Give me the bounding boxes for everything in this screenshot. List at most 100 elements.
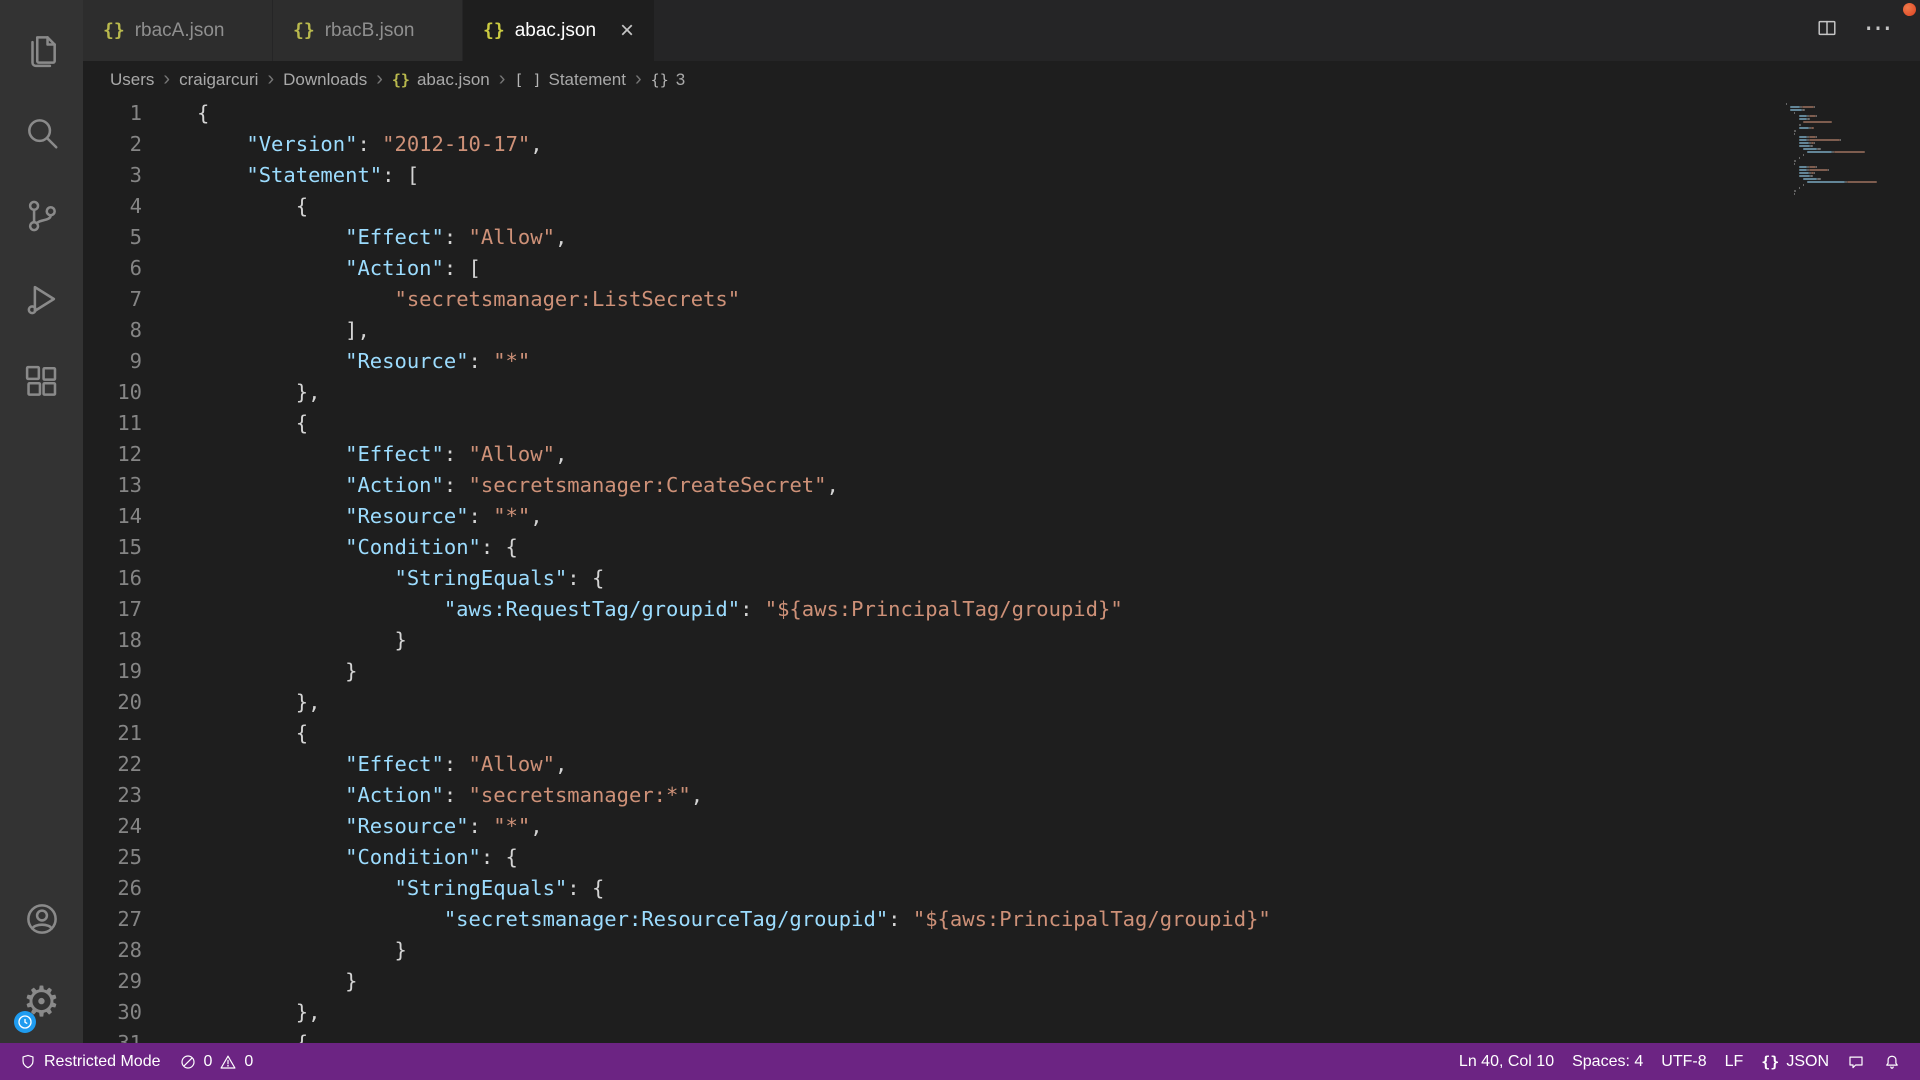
file-symbol-icon: {} — [392, 71, 410, 89]
clock-icon — [17, 1014, 33, 1030]
line-number: 13 — [83, 470, 142, 501]
breadcrumb-item-statement[interactable]: [ ]Statement — [514, 70, 626, 90]
code-line[interactable]: 10 }, — [83, 377, 1920, 408]
line-content: "Effect": "Allow", — [197, 222, 567, 253]
breadcrumb-item-3[interactable]: {}3 — [651, 70, 686, 90]
code-line[interactable]: 26 "StringEquals": { — [83, 873, 1920, 904]
line-number: 23 — [83, 780, 142, 811]
breadcrumb-label: abac.json — [417, 70, 490, 90]
code-line[interactable]: 5 "Effect": "Allow", — [83, 222, 1920, 253]
code-line[interactable]: 24 "Resource": "*", — [83, 811, 1920, 842]
warning-icon — [219, 1053, 237, 1071]
activity-item-account[interactable] — [0, 877, 83, 960]
code-line[interactable]: 25 "Condition": { — [83, 842, 1920, 873]
code-line[interactable]: 23 "Action": "secretsmanager:*", — [83, 780, 1920, 811]
line-number: 24 — [83, 811, 142, 842]
line-number: 20 — [83, 687, 142, 718]
status-notifications[interactable] — [1874, 1053, 1910, 1071]
code-line[interactable]: 27 "secretsmanager:ResourceTag/groupid":… — [83, 904, 1920, 935]
status-encoding[interactable]: UTF-8 — [1652, 1053, 1715, 1071]
line-number: 12 — [83, 439, 142, 470]
line-content: } — [197, 966, 357, 997]
minimap[interactable] — [1786, 102, 1898, 195]
line-number: 18 — [83, 625, 142, 656]
breadcrumb-item-downloads[interactable]: Downloads — [283, 70, 367, 90]
code-line[interactable]: 19 } — [83, 656, 1920, 687]
source-control-icon — [23, 197, 61, 235]
line-number: 29 — [83, 966, 142, 997]
tab-rbacA.json[interactable]: {}rbacA.json — [83, 0, 273, 61]
extensions-icon — [23, 363, 61, 401]
breadcrumb-label: Downloads — [283, 70, 367, 90]
code-line[interactable]: 22 "Effect": "Allow", — [83, 749, 1920, 780]
close-icon[interactable]: × — [620, 19, 634, 43]
code-line[interactable]: 7 "secretsmanager:ListSecrets" — [83, 284, 1920, 315]
status-right: Ln 40, Col 10Spaces: 4UTF-8LF{}JSON — [1450, 1053, 1910, 1071]
activity-item-source-control[interactable] — [0, 174, 83, 257]
more-actions-button[interactable]: ⋯ — [1864, 20, 1894, 42]
line-content: }, — [197, 997, 320, 1028]
code-line[interactable]: 13 "Action": "secretsmanager:CreateSecre… — [83, 470, 1920, 501]
code-line[interactable]: 15 "Condition": { — [83, 532, 1920, 563]
code-line[interactable]: 20 }, — [83, 687, 1920, 718]
activity-item-explorer[interactable] — [0, 8, 83, 91]
activity-item-settings[interactable]: ⚙ — [0, 960, 83, 1043]
code-line[interactable]: 9 "Resource": "*" — [83, 346, 1920, 377]
line-content: "Effect": "Allow", — [197, 749, 567, 780]
object-symbol-icon: {} — [651, 71, 669, 89]
tab-abac.json[interactable]: {}abac.json× — [463, 0, 655, 61]
feedback-icon — [1847, 1053, 1865, 1071]
activity-item-search[interactable] — [0, 91, 83, 174]
code-line[interactable]: 4 { — [83, 191, 1920, 222]
line-content: "Action": "secretsmanager:CreateSecret", — [197, 470, 839, 501]
recording-indicator-dot — [1903, 3, 1916, 16]
line-content: } — [197, 656, 357, 687]
editor[interactable]: 1{2 "Version": "2012-10-17",3 "Statement… — [83, 98, 1920, 1043]
code-line[interactable]: 28 } — [83, 935, 1920, 966]
tab-label: rbacA.json — [135, 20, 225, 42]
code-line[interactable]: 17 "aws:RequestTag/groupid": "${aws:Prin… — [83, 594, 1920, 625]
code-line[interactable]: 29 } — [83, 966, 1920, 997]
line-content: { — [197, 1028, 308, 1043]
code-line[interactable]: 11 { — [83, 408, 1920, 439]
code-line[interactable]: 21 { — [83, 718, 1920, 749]
code-line[interactable]: 1{ — [83, 98, 1920, 129]
tab-label: rbacB.json — [325, 20, 415, 42]
code-area[interactable]: 1{2 "Version": "2012-10-17",3 "Statement… — [83, 98, 1920, 1043]
line-number: 7 — [83, 284, 142, 315]
status-cursor-position[interactable]: Ln 40, Col 10 — [1450, 1053, 1563, 1071]
line-content: "secretsmanager:ResourceTag/groupid": "$… — [197, 904, 1271, 935]
code-line[interactable]: 30 }, — [83, 997, 1920, 1028]
line-number: 11 — [83, 408, 142, 439]
shield-icon — [19, 1053, 37, 1071]
line-number: 14 — [83, 501, 142, 532]
code-line[interactable]: 14 "Resource": "*", — [83, 501, 1920, 532]
code-line[interactable]: 18 } — [83, 625, 1920, 656]
line-content: "Condition": { — [197, 842, 518, 873]
code-line[interactable]: 31 { — [83, 1028, 1920, 1043]
code-line[interactable]: 12 "Effect": "Allow", — [83, 439, 1920, 470]
split-editor-button[interactable] — [1816, 17, 1838, 44]
status-feedback[interactable] — [1838, 1053, 1874, 1071]
bell-icon — [1883, 1053, 1901, 1071]
code-line[interactable]: 2 "Version": "2012-10-17", — [83, 129, 1920, 160]
activity-item-run-debug[interactable] — [0, 257, 83, 340]
warning-count: 0 — [244, 1053, 253, 1071]
breadcrumb-item-users[interactable]: Users — [110, 70, 154, 90]
status-indentation[interactable]: Spaces: 4 — [1563, 1053, 1652, 1071]
breadcrumb-item-abac-json[interactable]: {} abac.json — [392, 70, 490, 90]
code-line[interactable]: 8 ], — [83, 315, 1920, 346]
status-eol[interactable]: LF — [1716, 1053, 1753, 1071]
code-line[interactable]: 3 "Statement": [ — [83, 160, 1920, 191]
status-problems[interactable]: 00 — [170, 1043, 263, 1080]
breadcrumb-item-craigarcuri[interactable]: craigarcuri — [179, 70, 258, 90]
tab-rbacB.json[interactable]: {}rbacB.json — [273, 0, 463, 61]
code-line[interactable]: 6 "Action": [ — [83, 253, 1920, 284]
content-row: ⚙ {}rbacA.json{}rbacB.json{}abac.json× ⋯… — [0, 0, 1920, 1043]
status-language-mode[interactable]: {}JSON — [1752, 1053, 1838, 1071]
status-restricted-mode[interactable]: Restricted Mode — [10, 1043, 170, 1080]
code-line[interactable]: 16 "StringEquals": { — [83, 563, 1920, 594]
activity-item-extensions[interactable] — [0, 340, 83, 423]
line-number: 17 — [83, 594, 142, 625]
status-left: Restricted Mode00 — [10, 1043, 262, 1080]
